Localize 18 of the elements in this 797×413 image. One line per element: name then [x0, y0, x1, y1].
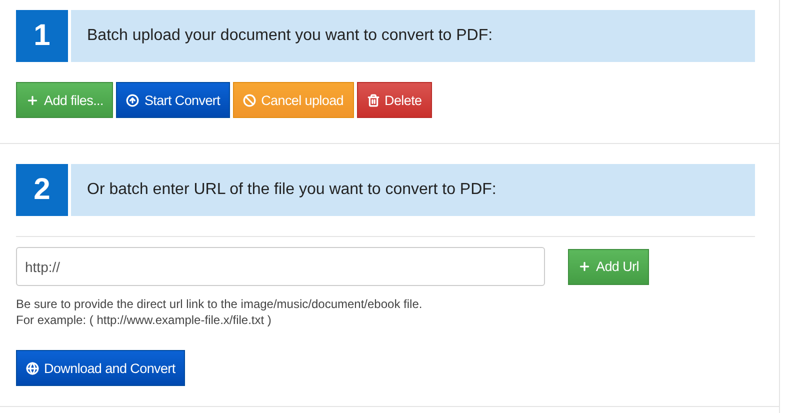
url-field[interactable]: http:// — [16, 247, 545, 286]
add-url-button[interactable]: Add Url — [568, 248, 649, 284]
step-number: 2 — [16, 164, 68, 216]
download-convert-button[interactable]: Download and Convert — [16, 350, 186, 386]
plus-icon — [26, 94, 39, 106]
trash-icon — [366, 94, 380, 106]
help-text: Be sure to provide the direct url link to the image/music/document/ebook file. — [16, 296, 424, 312]
help-text: For example: ( http://www.example-file.x/file.txt ) — [16, 312, 272, 328]
upload-icon — [126, 94, 140, 106]
globe-icon — [26, 362, 39, 374]
step-title: Batch upload your document you want to convert to PDF: — [71, 10, 755, 62]
ban-icon — [243, 94, 256, 106]
step-number: 1 — [16, 10, 68, 62]
add-files-button[interactable]: Add files... — [16, 82, 114, 118]
start-convert-button[interactable]: Start Convert — [116, 82, 230, 118]
delete-button[interactable]: Delete — [356, 82, 432, 118]
plus-icon — [578, 260, 591, 273]
step-title: Or batch enter URL of the file you want to convert to PDF: — [71, 164, 755, 216]
